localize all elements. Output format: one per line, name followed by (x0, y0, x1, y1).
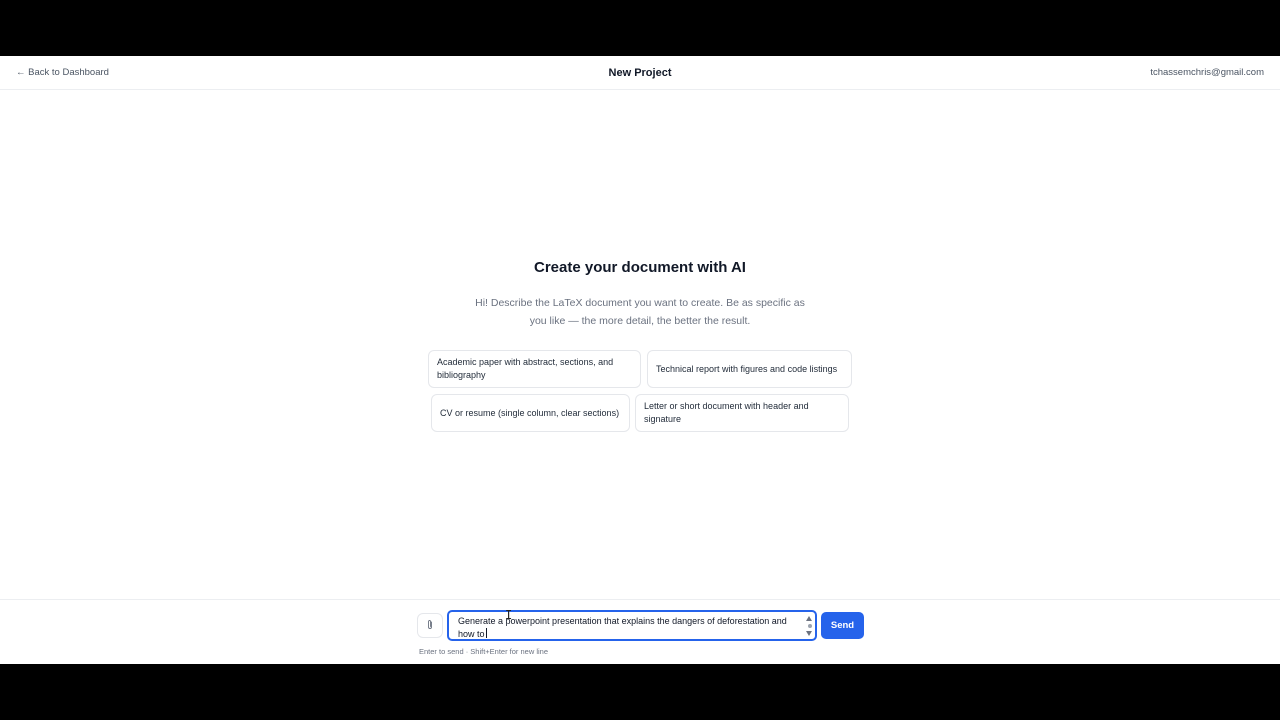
keyboard-hint: Enter to send · Shift+Enter for new line (419, 647, 549, 656)
scroll-thumb (807, 624, 812, 628)
attach-button[interactable] (417, 613, 443, 638)
prompt-input[interactable]: Generate a powerpoint presentation that … (447, 610, 817, 641)
suggestion-label: Letter or short document with header and… (644, 401, 809, 424)
suggestion-label: Technical report with figures and code l… (656, 363, 838, 374)
suggestion-technical-report[interactable]: Technical report with figures and code l… (647, 350, 852, 388)
user-email: tchassemchris@gmail.com (1150, 67, 1264, 78)
page-title: New Project (608, 67, 672, 79)
suggestion-label: CV or resume (single column, clear secti… (440, 407, 620, 418)
composer-bar: Generate a powerpoint presentation that … (0, 599, 1280, 664)
app-screen: ← Back to Dashboard New Project tchassem… (0, 56, 1280, 664)
suggestion-label: Academic paper with abstract, sections, … (437, 357, 614, 380)
text-caret (485, 628, 487, 638)
hero-title: Create your document with AI (534, 259, 746, 276)
scroll-down-icon (806, 631, 812, 636)
scroll-up-icon (806, 616, 812, 621)
prompt-scrollbar[interactable] (806, 614, 814, 638)
send-button[interactable]: Send (821, 612, 864, 639)
suggestion-academic-paper[interactable]: Academic paper with abstract, sections, … (428, 350, 641, 388)
paperclip-icon (426, 617, 434, 635)
text-cursor-icon: I (505, 608, 513, 622)
hero-description: Hi! Describe the LaTeX document you want… (475, 297, 805, 327)
suggestion-cv-resume[interactable]: CV or resume (single column, clear secti… (431, 394, 630, 432)
top-bar: ← Back to Dashboard New Project tchassem… (0, 56, 1280, 90)
suggestion-letter[interactable]: Letter or short document with header and… (635, 394, 849, 432)
